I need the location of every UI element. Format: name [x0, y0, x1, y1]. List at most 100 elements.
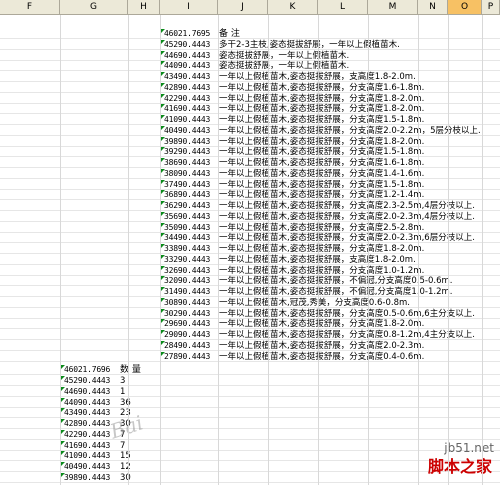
table-row[interactable]: 41690.4443 7 [0, 440, 500, 451]
id-cell[interactable]: 46021.7696 [61, 365, 110, 375]
column-header-g[interactable]: G [60, 0, 128, 14]
table-row[interactable]: 40490.4443 一年以上假植苗木,姿态挺拔舒展，分支高度2.0-2.2m，5… [0, 125, 500, 136]
id-cell[interactable]: 41090.4443 [161, 115, 210, 125]
table-row[interactable]: 39290.4443 一年以上假植苗木,姿态挺拔舒展，分支高度1.5-1.8m. [0, 147, 500, 158]
table-row[interactable]: 36290.4443 一年以上假植苗木,姿态挺拔舒展，分支高度2.3-2.5m,4… [0, 201, 500, 211]
column-header-h[interactable]: H [128, 0, 160, 14]
id-cell[interactable]: 45290.4443 [61, 376, 110, 386]
table-row[interactable]: 42290.4443 一年以上假植苗木,姿态挺拔舒展，分支高度1.8-2.0m. [0, 93, 500, 104]
id-cell[interactable]: 31490.4443 [161, 287, 210, 297]
id-cell[interactable]: 33290.4443 [161, 254, 210, 265]
value-cell[interactable]: 一年以上假植苗木,姿态挺拔舒展，分支高度2.0-2.2m，5层分枝以上. [219, 126, 481, 136]
id-cell[interactable]: 42290.4443 [161, 93, 210, 104]
id-cell[interactable]: 38090.4443 [161, 168, 210, 179]
value-cell[interactable]: 一年以上假植苗木,姿态挺拔舒展，分支高度0.5-0.6m,6主分支以上. [219, 309, 475, 319]
id-cell[interactable]: 36890.4443 [161, 190, 210, 200]
table-row[interactable]: 46021.7695 备 注 [0, 29, 500, 39]
id-cell[interactable]: 44690.4443 [161, 50, 210, 61]
id-cell[interactable]: 39290.4443 [161, 147, 210, 157]
table-row[interactable]: 36890.4443 一年以上假植苗木,姿态挺拔舒展，分支高度1.2-1.4m. [0, 190, 500, 201]
value-cell[interactable]: 30 [120, 473, 131, 483]
table-row[interactable]: 42890.4443 30 [0, 419, 500, 429]
id-cell[interactable]: 33890.4443 [161, 244, 210, 254]
value-cell[interactable]: 3 [120, 376, 125, 386]
id-cell[interactable]: 28490.4443 [161, 340, 210, 351]
table-row[interactable]: 28490.4443 一年以上假植苗木,姿态挺拔舒展，分支高度2.0-2.3m. [0, 340, 500, 351]
table-row[interactable]: 29690.4443 一年以上假植苗木,姿态挺拔舒展，分支高度1.8-2.0m. [0, 319, 500, 330]
table-row[interactable]: 46021.7696 数 量 [0, 365, 500, 376]
value-cell[interactable]: 一年以上假植苗木,姿态挺拔舒展，分支高度1.4-1.6m. [219, 169, 424, 179]
table-row[interactable]: 37490.4443 一年以上假植苗木,姿态挺拔舒展，分支高度1.5-1.8m. [0, 179, 500, 190]
table-row[interactable]: 40490.4443 12 [0, 462, 500, 472]
id-cell[interactable]: 43490.4443 [61, 408, 110, 418]
id-cell[interactable]: 29090.4443 [161, 330, 210, 340]
column-header-o[interactable]: O [448, 0, 482, 14]
id-cell[interactable]: 41690.4443 [61, 440, 110, 451]
table-row[interactable]: 30890.4443 一年以上假植苗木,冠茂,秀美，分支高度0.6-0.8m. [0, 297, 500, 308]
table-row[interactable]: 44690.4443 1 [0, 386, 500, 397]
table-row[interactable]: 35690.4443 一年以上假植苗木,姿态挺拔舒展，分支高度2.0-2.3m,4… [0, 211, 500, 222]
id-cell[interactable]: 36290.4443 [161, 201, 210, 211]
id-cell[interactable]: 38690.4443 [161, 158, 210, 168]
id-cell[interactable]: 37490.4443 [161, 179, 210, 190]
value-cell[interactable]: 36 [120, 398, 131, 408]
value-cell[interactable]: 一年以上假植苗木,姿态挺拔舒展，分支高度2.5-2.8m. [219, 223, 424, 233]
id-cell[interactable]: 35090.4443 [161, 222, 210, 233]
value-cell[interactable]: 一年以上假植苗木,姿态挺拔舒展，分支高度1.8-2.0m. [219, 94, 424, 104]
table-row[interactable]: 38690.4443 一年以上假植苗木,姿态挺拔舒展，分支高度1.6-1.8m. [0, 158, 500, 168]
id-cell[interactable]: 41090.4443 [61, 451, 110, 461]
id-cell[interactable]: 30290.4443 [161, 308, 210, 319]
value-cell[interactable]: 一年以上假植苗木,姿态挺拔舒展，分支高度0.8-1.2m,4主分支以上. [219, 330, 475, 340]
table-row[interactable]: 27890.4443 一年以上假植苗木,姿态挺拔舒展，分支高度0.4-0.6m. [0, 351, 500, 362]
table-row[interactable]: 39890.4443 30 [0, 472, 500, 483]
value-cell[interactable]: 一年以上假植苗木,姿态挺拔舒展，分支高度2.0-2.3m,4层分枝以上. [219, 212, 475, 222]
table-row[interactable]: 41090.4443 15 [0, 451, 500, 462]
value-cell[interactable]: 一年以上假植苗木,姿态挺拔舒展，分支高度1.6-1.8m. [219, 158, 424, 168]
column-header-f[interactable]: F [0, 0, 60, 14]
id-cell[interactable]: 42890.4443 [161, 82, 210, 93]
id-cell[interactable]: 32090.4443 [161, 276, 210, 286]
value-cell[interactable]: 姿态挺拔舒展，一年以上假植苗木. [219, 61, 349, 71]
value-cell[interactable]: 姿态挺拔舒展，一年以上假植苗木. [219, 51, 349, 61]
id-cell[interactable]: 35690.4443 [161, 211, 210, 222]
id-cell[interactable]: 32690.4443 [161, 265, 210, 276]
value-cell[interactable]: 一年以上假植苗木,姿态挺拔舒展，分支高度2.0-2.3m. [219, 341, 424, 351]
column-header-l[interactable]: L [318, 0, 368, 14]
id-cell[interactable]: 45290.4443 [161, 39, 210, 50]
table-row[interactable]: 34490.4443 一年以上假植苗木,姿态挺拔舒展，分支高度2.0-2.3m,6… [0, 233, 500, 244]
table-row[interactable]: 41090.4443 一年以上假植苗木,姿态挺拔舒展，分支高度1.5-1.8m. [0, 115, 500, 125]
table-row[interactable]: 35090.4443 一年以上假植苗木,姿态挺拔舒展，分支高度2.5-2.8m. [0, 222, 500, 233]
column-header-p[interactable]: P [482, 0, 500, 14]
id-cell[interactable]: 46021.7695 [161, 29, 210, 39]
column-header-k[interactable]: K [268, 0, 318, 14]
id-cell[interactable]: 41690.4443 [161, 104, 210, 114]
table-row[interactable]: 42890.4443 一年以上假植苗木,姿态挺拔舒展，分支高度1.6-1.8m. [0, 82, 500, 93]
value-cell[interactable]: 一年以上假植苗木,姿态挺拔舒展，分支高度1.6-1.8m. [219, 83, 424, 93]
table-row[interactable]: 44690.4443 姿态挺拔舒展，一年以上假植苗木. [0, 50, 500, 61]
value-cell[interactable]: 7 [120, 441, 125, 451]
table-row[interactable]: 33890.4443 一年以上假植苗木,姿态挺拔舒展，分支高度1.8-2.0m. [0, 244, 500, 254]
table-row[interactable]: 33290.4443 一年以上假植苗木,姿态挺拔舒展，支高度1.8-2.0m. [0, 254, 500, 265]
id-cell[interactable]: 42290.4443 [61, 429, 110, 440]
id-cell[interactable]: 44090.4443 [161, 61, 210, 71]
id-cell[interactable]: 34490.4443 [161, 233, 210, 243]
value-cell[interactable]: 一年以上假植苗木,冠茂,秀美，分支高度0.6-0.8m. [219, 298, 410, 308]
value-cell[interactable]: 一年以上假植苗木,姿态挺拔舒展，分支高度2.0-2.3m,6层分枝以上. [219, 233, 475, 243]
id-cell[interactable]: 29690.4443 [161, 319, 210, 329]
id-cell[interactable]: 40490.4443 [61, 462, 110, 472]
value-cell[interactable]: 一年以上假植苗木,姿态挺拔舒展，分支高度0.4-0.6m. [219, 352, 424, 362]
value-cell[interactable]: 15 [120, 451, 131, 461]
value-cell[interactable]: 一年以上假植苗木,姿态挺拔舒展，分支高度1.8-2.0m. [219, 104, 424, 114]
table-row[interactable]: 44090.4443 姿态挺拔舒展，一年以上假植苗木. [0, 61, 500, 72]
table-row[interactable]: 38090.4443 一年以上假植苗木,姿态挺拔舒展，分支高度1.4-1.6m. [0, 168, 500, 179]
id-cell[interactable]: 39890.4443 [61, 472, 110, 483]
value-cell[interactable]: 一年以上假植苗木,姿态挺拔舒展，分支高度1.8-2.0m. [219, 319, 424, 329]
value-cell[interactable]: 一年以上假植苗木,姿态挺拔舒展，分支高度1.8-2.0m. [219, 137, 424, 147]
table-row[interactable]: 32690.4443 一年以上假植苗木,姿态挺拔舒展，分支高度1.0-1.2m. [0, 265, 500, 276]
table-row[interactable]: 45290.4443 3 [0, 376, 500, 386]
table-row[interactable]: 29090.4443 一年以上假植苗木,姿态挺拔舒展，分支高度0.8-1.2m,4… [0, 330, 500, 340]
value-cell[interactable]: 一年以上假植苗木,姿态挺拔舒展，分支高度1.5-1.8m. [219, 147, 424, 157]
column-header-j[interactable]: J [218, 0, 268, 14]
value-cell[interactable]: 12 [120, 462, 131, 472]
id-cell[interactable]: 42890.4443 [61, 419, 110, 429]
